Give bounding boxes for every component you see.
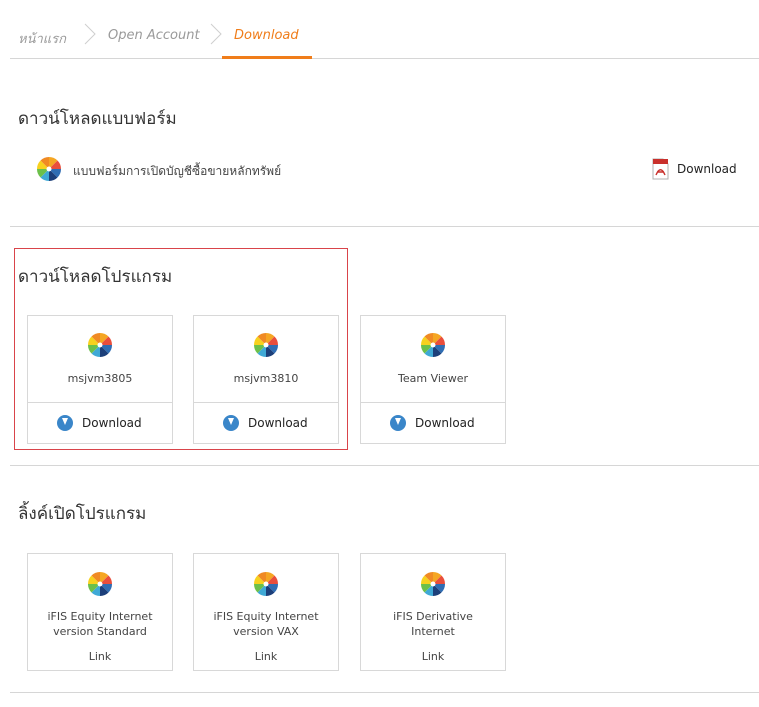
pinwheel-logo-icon <box>252 570 280 598</box>
download-button[interactable]: Download <box>28 403 172 444</box>
pdf-icon[interactable] <box>650 158 670 180</box>
breadcrumb-home[interactable]: หน้าแรก <box>18 28 66 49</box>
program-card-team-viewer: Team Viewer Download <box>360 315 506 444</box>
form-item-label: แบบฟอร์มการเปิดบัญชีซื้อขายหลักทรัพย์ <box>73 164 282 178</box>
program-name: msjvm3805 <box>67 372 133 385</box>
pinwheel-logo-icon <box>419 570 447 598</box>
pinwheel-logo-icon <box>86 570 114 598</box>
breadcrumb: หน้าแรก Open Account Download <box>10 0 759 59</box>
link-card-title: iFIS Equity Internet <box>213 610 319 623</box>
open-program-link[interactable]: Link <box>194 650 338 663</box>
program-card-msjvm3805: msjvm3805 Download <box>27 315 173 444</box>
link-card-ifis-derivative: iFIS Derivative Internet Link <box>360 553 506 671</box>
link-card-ifis-vax: iFIS Equity Internet version VAX Link <box>193 553 339 671</box>
download-page: หน้าแรก Open Account Download ดาวน์โหลดแ… <box>10 0 759 707</box>
download-label: Download <box>415 416 475 430</box>
open-program-link[interactable]: Link <box>28 650 172 663</box>
chevron-right-icon <box>84 23 96 45</box>
download-button[interactable]: Download <box>361 403 505 444</box>
links-section-title: ลิ้งค์เปิดโปรแกรม <box>18 504 147 524</box>
download-label: Download <box>82 416 142 430</box>
forms-section-title: ดาวน์โหลดแบบฟอร์ม <box>18 109 177 129</box>
pinwheel-logo-icon <box>419 331 447 359</box>
download-circle-icon <box>390 415 406 431</box>
pinwheel-logo-icon <box>35 155 63 183</box>
open-program-link[interactable]: Link <box>361 650 505 663</box>
form-download-link[interactable]: Download <box>677 162 737 176</box>
program-name: Team Viewer <box>398 372 468 385</box>
link-card-ifis-standard: iFIS Equity Internet version Standard Li… <box>27 553 173 671</box>
link-card-title: iFIS Equity Internet <box>47 610 153 623</box>
link-card-subtitle: Internet <box>411 625 455 638</box>
download-circle-icon <box>223 415 239 431</box>
download-label: Download <box>248 416 308 430</box>
link-card-subtitle: version VAX <box>233 625 299 638</box>
section-divider <box>10 226 759 227</box>
program-name: msjvm3810 <box>233 372 299 385</box>
chevron-right-icon <box>210 23 222 45</box>
download-button[interactable]: Download <box>194 403 338 444</box>
pinwheel-logo-icon <box>252 331 280 359</box>
link-card-title: iFIS Derivative <box>393 610 473 623</box>
breadcrumb-open-account[interactable]: Open Account <box>108 28 200 43</box>
program-card-msjvm3810: msjvm3810 Download <box>193 315 339 444</box>
breadcrumb-download-current: Download <box>234 28 299 43</box>
pinwheel-logo-icon <box>86 331 114 359</box>
section-divider <box>10 465 759 466</box>
programs-section-title: ดาวน์โหลดโปรแกรม <box>18 267 173 287</box>
breadcrumb-active-underline <box>222 56 312 59</box>
download-circle-icon <box>57 415 73 431</box>
section-divider <box>10 692 759 693</box>
link-card-subtitle: version Standard <box>53 625 147 638</box>
